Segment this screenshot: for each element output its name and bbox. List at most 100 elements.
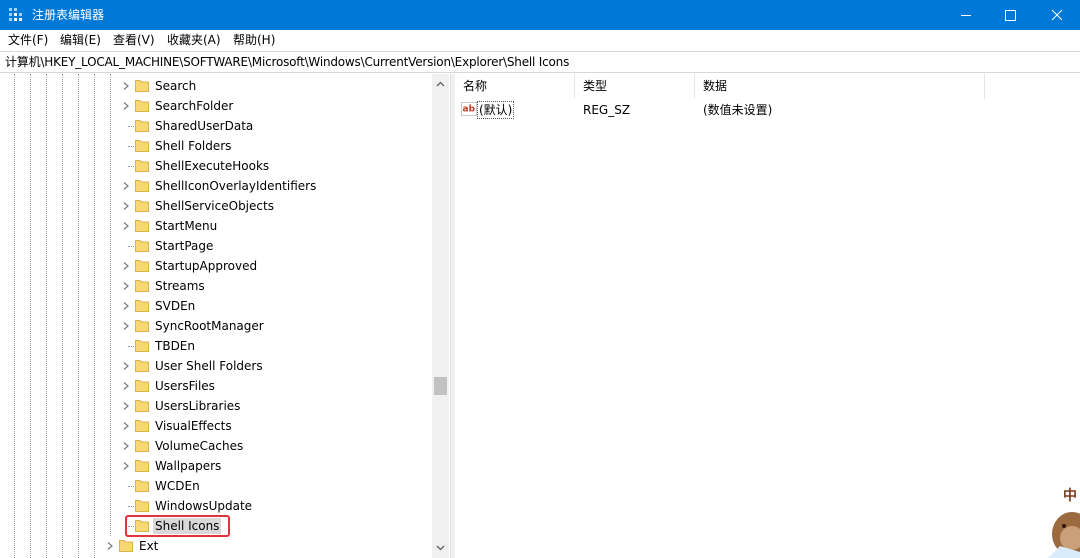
- chevron-right-icon[interactable]: [122, 422, 130, 430]
- maximize-button[interactable]: [987, 0, 1033, 30]
- tree-item-label[interactable]: ShellExecuteHooks: [153, 158, 271, 174]
- column-header-name[interactable]: 名称: [455, 74, 575, 99]
- folder-icon: [135, 200, 149, 212]
- tree-item-label[interactable]: StartPage: [153, 238, 215, 254]
- tree-item[interactable]: Shell Folders: [0, 136, 432, 156]
- tree-item[interactable]: VisualEffects: [0, 416, 432, 436]
- chevron-right-icon[interactable]: [122, 282, 130, 290]
- scroll-up-button[interactable]: [432, 76, 449, 93]
- registry-editor-icon: [9, 8, 22, 21]
- tree-item[interactable]: StartMenu: [0, 216, 432, 236]
- tree-item[interactable]: UsersFiles: [0, 376, 432, 396]
- scroll-down-button[interactable]: [432, 539, 449, 556]
- menu-favorites[interactable]: 收藏夹(A): [167, 32, 221, 49]
- chevron-right-icon[interactable]: [122, 202, 130, 210]
- chevron-right-icon[interactable]: [122, 262, 130, 270]
- chevron-right-icon[interactable]: [106, 542, 114, 550]
- registry-tree[interactable]: Search SearchFolder SharedUserData Shell Fo…: [0, 74, 451, 558]
- tree-item[interactable]: StartupApproved: [0, 256, 432, 276]
- tree-item-label[interactable]: StartupApproved: [153, 258, 259, 274]
- close-icon: [1051, 9, 1063, 21]
- address-bar[interactable]: 计算机\HKEY_LOCAL_MACHINE\SOFTWARE\Microsof…: [0, 51, 1080, 73]
- svg-text:ab: ab: [463, 105, 476, 115]
- tree-item-label[interactable]: Ext: [137, 538, 160, 554]
- menu-view[interactable]: 查看(V): [113, 32, 155, 49]
- folder-icon: [135, 460, 149, 472]
- tree-item[interactable]: SharedUserData: [0, 116, 432, 136]
- tree-item[interactable]: Ext: [0, 536, 432, 556]
- folder-icon: [135, 80, 149, 92]
- scroll-thumb[interactable]: [434, 377, 447, 395]
- minimize-icon: [961, 15, 971, 16]
- folder-icon: [135, 500, 149, 512]
- tree-item-label[interactable]: Streams: [153, 278, 207, 294]
- svg-text:中: 中: [1063, 487, 1077, 504]
- tree-item[interactable]: WindowsUpdate: [0, 496, 432, 516]
- tree-item-label[interactable]: User Shell Folders: [153, 358, 265, 374]
- chevron-right-icon[interactable]: [122, 362, 130, 370]
- chevron-right-icon[interactable]: [122, 402, 130, 410]
- tree-item[interactable]: ShellIconOverlayIdentifiers: [0, 176, 432, 196]
- menu-file[interactable]: 文件(F): [8, 32, 48, 49]
- menu-edit[interactable]: 编辑(E): [60, 32, 101, 49]
- folder-icon: [135, 320, 149, 332]
- menu-help[interactable]: 帮助(H): [233, 32, 275, 49]
- tree-item[interactable]: TBDEn: [0, 336, 432, 356]
- tree-item-label[interactable]: SVDEn: [153, 298, 197, 314]
- tree-item[interactable]: VolumeCaches: [0, 436, 432, 456]
- close-button[interactable]: [1034, 0, 1080, 30]
- tree-item[interactable]: Wallpapers: [0, 456, 432, 476]
- maximize-icon: [1005, 10, 1016, 21]
- tree-item[interactable]: Search: [0, 76, 432, 96]
- chevron-right-icon[interactable]: [122, 442, 130, 450]
- tree-item[interactable]: StartPage: [0, 236, 432, 256]
- tree-item[interactable]: ShellExecuteHooks: [0, 156, 432, 176]
- folder-icon: [135, 180, 149, 192]
- string-value-icon: ab: [461, 102, 477, 116]
- folder-icon: [135, 160, 149, 172]
- tree-item-label[interactable]: SharedUserData: [153, 118, 255, 134]
- chevron-right-icon[interactable]: [122, 382, 130, 390]
- chevron-right-icon[interactable]: [122, 82, 130, 90]
- tree-item-label[interactable]: UsersLibraries: [153, 398, 242, 414]
- tree-item-label[interactable]: WindowsUpdate: [153, 498, 254, 514]
- tree-item[interactable]: User Shell Folders: [0, 356, 432, 376]
- tree-item-label[interactable]: StartMenu: [153, 218, 219, 234]
- tree-item[interactable]: Streams: [0, 276, 432, 296]
- folder-icon: [135, 420, 149, 432]
- chevron-right-icon[interactable]: [122, 102, 130, 110]
- tree-item[interactable]: SyncRootManager: [0, 316, 432, 336]
- tree-item-label[interactable]: VolumeCaches: [153, 438, 245, 454]
- chevron-right-icon[interactable]: [122, 322, 130, 330]
- chevron-up-icon: [436, 81, 445, 87]
- tree-item-label[interactable]: Search: [153, 78, 198, 94]
- tree-item-label[interactable]: WCDEn: [153, 478, 202, 494]
- tree-item[interactable]: SearchFolder: [0, 96, 432, 116]
- tree-item-label[interactable]: TBDEn: [153, 338, 197, 354]
- tree-item-label[interactable]: ShellServiceObjects: [153, 198, 276, 214]
- address-path[interactable]: 计算机\HKEY_LOCAL_MACHINE\SOFTWARE\Microsof…: [5, 54, 569, 70]
- tree-item[interactable]: ShellServiceObjects: [0, 196, 432, 216]
- chevron-right-icon[interactable]: [122, 182, 130, 190]
- chevron-right-icon[interactable]: [122, 462, 130, 470]
- tree-item-label[interactable]: SearchFolder: [153, 98, 235, 114]
- column-header-data[interactable]: 数据: [695, 74, 985, 99]
- highlight-annotation: [125, 515, 230, 537]
- column-header-type[interactable]: 类型: [575, 74, 695, 99]
- value-row[interactable]: ab (默认) REG_SZ (数值未设置): [455, 100, 1080, 120]
- value-name[interactable]: (默认): [477, 101, 515, 119]
- tree-item-label[interactable]: ShellIconOverlayIdentifiers: [153, 178, 318, 194]
- minimize-button[interactable]: [943, 0, 989, 30]
- tree-item-label[interactable]: UsersFiles: [153, 378, 217, 394]
- values-list[interactable]: 名称 类型 数据 ab (默认) REG_SZ (数值未设置): [455, 74, 1080, 558]
- tree-item[interactable]: SVDEn: [0, 296, 432, 316]
- tree-item[interactable]: UsersLibraries: [0, 396, 432, 416]
- chevron-right-icon[interactable]: [122, 302, 130, 310]
- tree-scrollbar[interactable]: [432, 74, 449, 558]
- tree-item-label[interactable]: Wallpapers: [153, 458, 223, 474]
- chevron-right-icon[interactable]: [122, 222, 130, 230]
- tree-item-label[interactable]: VisualEffects: [153, 418, 234, 434]
- tree-item-label[interactable]: SyncRootManager: [153, 318, 266, 334]
- tree-item[interactable]: WCDEn: [0, 476, 432, 496]
- tree-item-label[interactable]: Shell Folders: [153, 138, 233, 154]
